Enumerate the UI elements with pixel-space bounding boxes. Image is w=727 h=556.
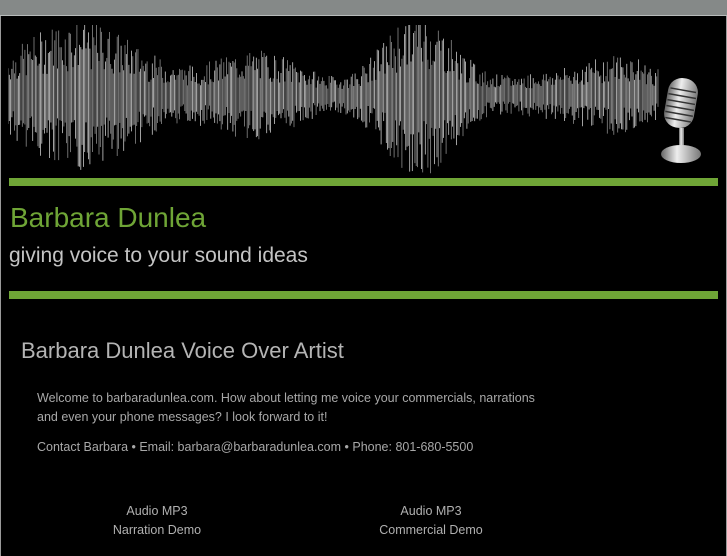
sound-wave-banner: [8, 25, 659, 174]
site-title[interactable]: Barbara Dunlea: [10, 202, 206, 234]
microphone-icon: [661, 77, 701, 163]
narration-demo[interactable]: Audio MP3 Narration Demo: [57, 502, 257, 540]
green-divider: [9, 291, 718, 299]
demo-title[interactable]: Commercial Demo: [331, 521, 531, 540]
page-heading: Barbara Dunlea Voice Over Artist: [21, 338, 344, 363]
browser-top-bar: [0, 0, 727, 16]
demo-format: Audio MP3: [126, 504, 188, 518]
green-divider: [9, 178, 718, 186]
demo-format: Audio MP3: [400, 504, 462, 518]
intro-text: Welcome to barbaradunlea.com. How about …: [37, 391, 535, 424]
commercial-demo[interactable]: Audio MP3 Commercial Demo: [331, 502, 531, 540]
demo-title[interactable]: Narration Demo: [57, 521, 257, 540]
contact-info: Contact Barbara • Email: barbara@barbara…: [37, 440, 474, 454]
site-tagline: giving voice to your sound ideas: [9, 244, 308, 267]
